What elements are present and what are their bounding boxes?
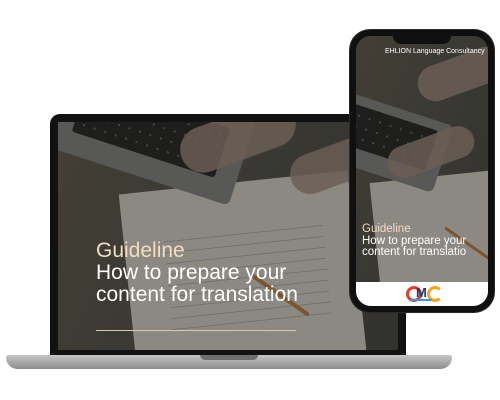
phone-title-line3: content for translatio <box>362 246 467 258</box>
logo-tagline-bar <box>410 299 432 301</box>
phone-header-brand: EHLION Language Consultancy <box>385 48 485 55</box>
laptop-screen: Guideline How to prepare your content fo… <box>58 122 398 350</box>
phone-headline: Guideline How to prepare your content fo… <box>362 223 467 259</box>
phone-title-guideline: Guideline <box>362 223 411 235</box>
laptop-title-line3: content for translation <box>96 283 298 306</box>
laptop-title-guideline: Guideline <box>96 239 185 262</box>
phone-notch <box>393 35 451 44</box>
phone-footer: M <box>356 282 488 306</box>
laptop-hinge-notch <box>200 355 258 360</box>
laptop-background-photo <box>58 122 398 350</box>
laptop-title-line2: How to prepare your <box>96 261 287 284</box>
logo-m-letter: M <box>416 285 427 300</box>
title-underline <box>96 330 296 331</box>
omc-logo: M <box>402 285 443 303</box>
phone-title-line2: How to prepare your <box>362 234 467 247</box>
phone-screen: EHLION Language Consultancy Guideline Ho… <box>356 36 488 306</box>
phone-background-photo <box>356 36 488 306</box>
laptop-headline: Guideline How to prepare your content fo… <box>96 240 298 306</box>
